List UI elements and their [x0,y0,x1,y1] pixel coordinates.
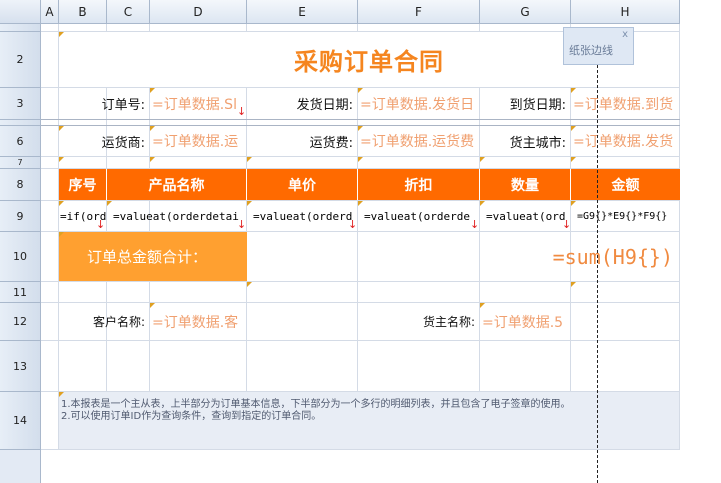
row-header-blank [0,450,41,483]
column-header-e[interactable]: E [247,0,358,24]
order-no-field[interactable]: =订单数据.Sl [150,88,246,119]
header-quantity[interactable]: 数量 [480,169,571,200]
row-header-11[interactable]: 11 [0,282,41,303]
column-header-a[interactable]: A [41,0,59,24]
row-header-12[interactable]: 12 [0,303,41,341]
owner-label[interactable]: 货主名称: [358,303,479,340]
header-product[interactable]: 产品名称 [107,169,247,200]
column-header-g[interactable]: G [480,0,571,24]
row-header-14[interactable]: 14 [0,392,41,450]
carrier-label[interactable]: 运货商: [59,126,149,156]
formula-price[interactable]: =valueat(orderd [247,201,357,231]
freight-label[interactable]: 运货费: [247,126,357,156]
customer-field[interactable]: =订单数据.客 [150,303,246,340]
note-line-1: 1.本报表是一个主从表，上半部分为订单基本信息，下半部分为一个多行的明细列表，并… [61,399,571,410]
header-price[interactable]: 单价 [247,169,358,200]
customer-label[interactable]: 客户名称: [59,303,149,340]
column-header-b[interactable]: B [59,0,107,24]
freight-field[interactable]: =订单数据.运货费 [358,126,479,156]
row-header-2[interactable]: 2 [0,32,41,88]
header-seq[interactable]: 序号 [59,169,107,200]
row-header-3[interactable]: 3 [0,88,41,120]
paper-edge-tooltip[interactable]: 纸张边线 x [563,27,634,65]
order-no-label[interactable]: 订单号: [59,88,149,119]
close-icon[interactable]: x [622,29,628,40]
paper-edge-text: 纸张边线 [569,44,613,57]
formula-discount[interactable]: =valueat(orderde [358,201,479,231]
row-header-7[interactable]: 7 [0,157,41,169]
paper-edge-line [597,65,598,483]
ship-date-field[interactable]: =订单数据.发货日 [358,88,479,119]
ship-date-label[interactable]: 发货日期: [247,88,357,119]
row-header-1[interactable] [0,24,41,32]
note-line-2: 2.可以使用订单ID作为查询条件，查询到指定的订单合同。 [61,411,322,422]
arrive-date-label[interactable]: 到货日期: [480,88,570,119]
column-header-f[interactable]: F [358,0,480,24]
total-label[interactable]: 订单总金额合计： [59,232,247,281]
header-discount[interactable]: 折扣 [358,169,480,200]
city-field[interactable]: =订单数据.发货 [571,126,679,156]
notes-cell[interactable]: 1.本报表是一个主从表，上半部分为订单基本信息，下半部分为一个多行的明细列表，并… [59,392,679,449]
header-amount[interactable]: 金额 [571,169,680,200]
column-header-d[interactable]: D [150,0,247,24]
owner-field[interactable]: =订单数据.5 [480,303,570,340]
formula-quantity[interactable]: =valueat(ord [480,201,570,231]
arrive-date-field[interactable]: =订单数据.到货 [571,88,679,119]
formula-product[interactable]: =valueat(orderdetai [107,201,246,231]
total-sum-formula[interactable]: =sum(H9{}) [247,232,679,281]
city-label[interactable]: 货主城市: [480,126,570,156]
row-header-9[interactable]: 9 [0,201,41,232]
column-header-h[interactable]: H [571,0,680,24]
column-header-c[interactable]: C [107,0,150,24]
carrier-field[interactable]: =订单数据.运 [150,126,246,156]
formula-amount[interactable]: =G9{}*E9{}*F9{} [571,201,679,231]
row-header-8[interactable]: 8 [0,169,41,201]
select-all-corner[interactable] [0,0,41,24]
row-header-6[interactable]: 6 [0,126,41,157]
row-header-13[interactable]: 13 [0,341,41,392]
row-header-10[interactable]: 10 [0,232,41,282]
